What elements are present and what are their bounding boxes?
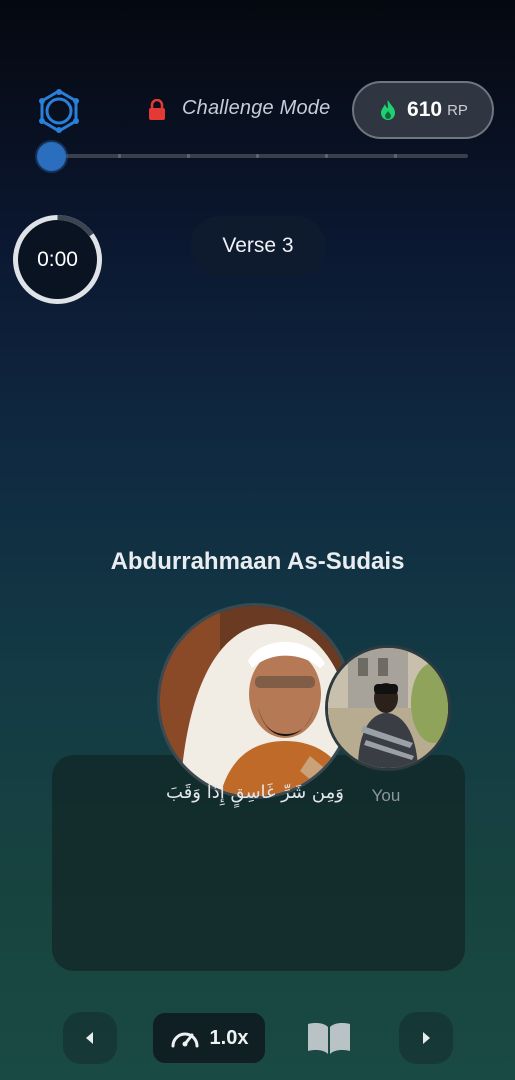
rp-points-button[interactable]: 610 RP [352, 81, 494, 139]
previous-button[interactable] [63, 1012, 117, 1064]
rp-value: 610 [407, 98, 443, 121]
chevron-right-icon [423, 1032, 430, 1044]
challenge-mode-label: Challenge Mode [182, 97, 331, 119]
flame-icon [381, 100, 396, 120]
progress-tick [187, 154, 190, 158]
verse-badge: Verse 3 [190, 216, 326, 276]
progress-tick [394, 154, 397, 158]
progress-thumb[interactable] [37, 142, 66, 171]
book-open-icon[interactable] [306, 1020, 352, 1056]
reciter-photo [160, 606, 350, 796]
reciter-avatar[interactable] [157, 603, 353, 799]
progress-tick [325, 154, 328, 158]
user-avatar[interactable] [325, 645, 451, 771]
reciter-name: Abdurrahmaan As-Sudais [110, 548, 405, 575]
lock-icon [149, 99, 165, 120]
progress-tick [256, 154, 259, 158]
speedometer-icon [171, 1032, 199, 1048]
chevron-left-icon [86, 1032, 93, 1044]
arabic-verse-text: وَمِن شَرِّ غَاسِقٍ إِذَا وَقَبَ [166, 782, 344, 803]
user-photo [328, 648, 448, 768]
you-label: You [371, 786, 401, 805]
timer-text: 0:00 [37, 247, 78, 271]
next-button[interactable] [399, 1012, 453, 1064]
hexagon-logo-icon[interactable] [36, 88, 82, 134]
speed-label: 1.0x [209, 1026, 249, 1049]
rp-unit: RP [447, 101, 468, 119]
playback-speed-button[interactable]: 1.0x [153, 1013, 265, 1063]
progress-tick [118, 154, 121, 158]
